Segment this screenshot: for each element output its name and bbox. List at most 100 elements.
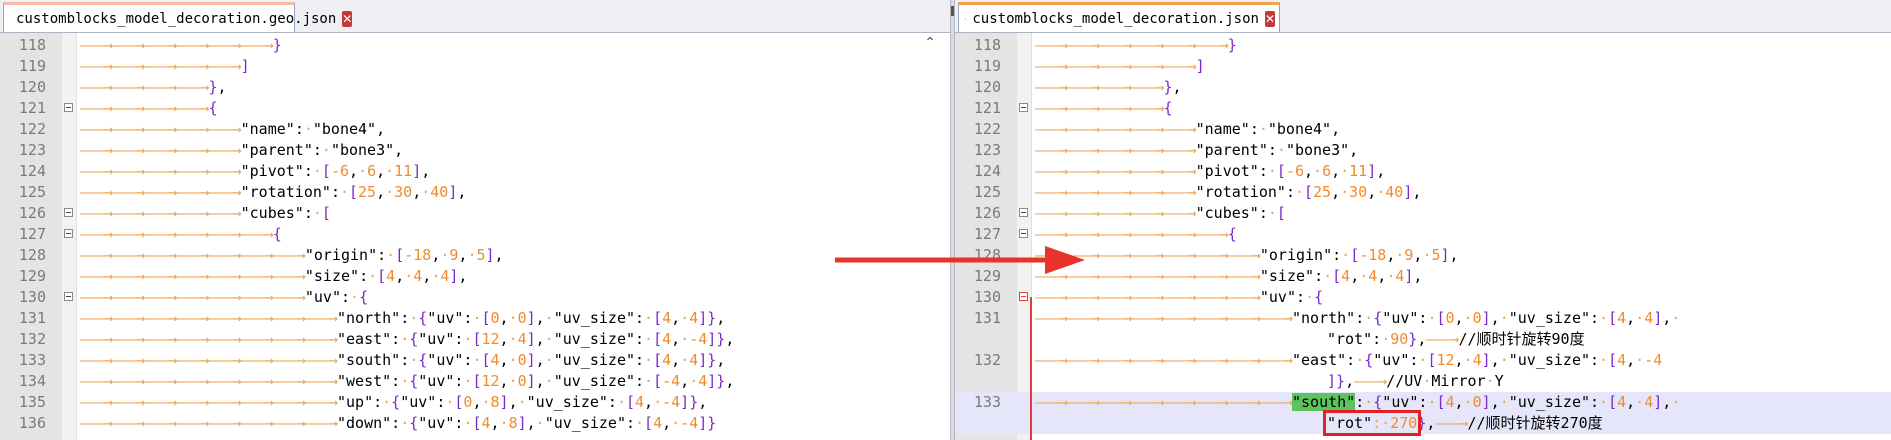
fold-toggle-icon[interactable]: [64, 292, 73, 301]
fold-toggle-icon[interactable]: [64, 229, 73, 238]
json-bracket: [: [481, 351, 491, 369]
json-string: "pivot": [240, 162, 304, 180]
code-line[interactable]: ]},———→//UV·Mirror·Y: [955, 371, 1891, 392]
scroll-up-icon[interactable]: ⌃: [924, 35, 936, 51]
code-line[interactable]: 119 ———→———→———→———→———→]: [955, 56, 1891, 77]
code-line[interactable]: 132 ———→———→———→———→———→———→———→———→"east…: [955, 350, 1891, 371]
json-bracket: [: [1608, 309, 1618, 327]
code-comment: //UV: [1386, 372, 1423, 390]
code-editor[interactable]: 118 ———→———→———→———→———→———→} 119 ———→———→—…: [955, 33, 1891, 440]
json-punct: ,: [680, 372, 690, 390]
code-line[interactable]: "rot":·90},———→//顺时针旋转90度: [955, 329, 1891, 350]
line-number: 121: [18, 99, 46, 117]
close-icon[interactable]: ✕: [342, 10, 353, 27]
highlighted-key: "south": [1291, 393, 1356, 411]
json-string: "uv_size": [553, 330, 636, 348]
code-line[interactable]: 123 ———→———→———→———→———→"parent":·"bone3"…: [955, 140, 1891, 161]
fold-toggle-icon[interactable]: [64, 208, 73, 217]
json-punct: :: [607, 393, 617, 411]
code-line[interactable]: 132 ———→———→———→———→———→———→———→———→"east…: [0, 329, 950, 350]
json-string: "north": [336, 309, 401, 327]
code-line[interactable]: 128 ———→———→———→———→———→———→———→"origin":…: [955, 245, 1891, 266]
json-punct: :: [341, 288, 351, 306]
code-line[interactable]: 130 ———→———→———→———→———→———→———→"uv":·{: [0, 287, 950, 308]
indent-arrows: ———→———→———→———→———→: [1035, 57, 1197, 75]
code-line[interactable]: 120 ———→———→———→———→},: [0, 77, 950, 98]
code-line[interactable]: "rot":·270},———→//顺时针旋转270度: [955, 410, 1891, 436]
json-bracket: ]: [412, 162, 422, 180]
code-line[interactable]: 128 ———→———→———→———→———→———→———→"origin":…: [0, 245, 950, 266]
code-line[interactable]: 121 ———→———→———→———→{: [955, 98, 1891, 119]
line-number: 131: [973, 309, 1001, 327]
tab-right-file[interactable]: customblocks_model_decoration.json ✕: [958, 2, 1280, 32]
json-punct: ,: [499, 309, 509, 327]
code-line[interactable]: 125 ———→———→———→———→———→"rotation":·[25,·…: [0, 182, 950, 203]
whitespace-dot: ·: [400, 414, 410, 432]
code-line[interactable]: 129 ———→———→———→———→———→———→———→"size":·[…: [955, 266, 1891, 287]
whitespace-dot: ·: [680, 309, 690, 327]
code-line[interactable]: 124 ———→———→———→———→———→"pivot":·[-6,·6,·…: [0, 161, 950, 182]
code-line[interactable]: 133 ———→———→———→———→———→———→———→———→"sout…: [955, 392, 1891, 413]
code-text: ———→———→———→———→———→———→}: [80, 35, 950, 56]
code-line[interactable]: 118 ———→———→———→———→———→———→}: [955, 35, 1891, 56]
code-line[interactable]: 131 ———→———→———→———→———→———→———→———→"nort…: [955, 308, 1891, 329]
json-string: "south": [336, 351, 401, 369]
json-bracket: }: [707, 414, 717, 432]
whitespace-dot: ·: [1341, 246, 1351, 264]
code-text: ———→———→———→———→},: [1035, 77, 1891, 98]
fold-toggle-icon[interactable]: [1019, 208, 1028, 217]
fold-toggle-icon[interactable]: [1019, 103, 1028, 112]
json-string: "east": [336, 330, 392, 348]
json-string: "uv": [1382, 309, 1419, 327]
code-line[interactable]: 135 ———→———→———→———→———→———→———→———→"up":…: [0, 392, 950, 413]
line-number: 121: [973, 99, 1001, 117]
code-line[interactable]: 118 ———→———→———→———→———→———→}: [0, 35, 950, 56]
code-comment: Mirror: [1431, 372, 1486, 390]
fold-toggle-icon[interactable]: [1019, 292, 1028, 301]
code-line[interactable]: 120 ———→———→———→———→},: [955, 77, 1891, 98]
code-line[interactable]: 136 ———→———→———→———→———→———→———→———→"down…: [0, 413, 950, 434]
code-line[interactable]: 124 ———→———→———→———→———→"pivot":·[-6,·6,·…: [955, 161, 1891, 182]
fold-toggle-icon[interactable]: [64, 103, 73, 112]
json-number: 90: [1390, 330, 1409, 348]
json-punct: ,: [1331, 162, 1341, 180]
fold-toggle-icon[interactable]: [1019, 229, 1028, 238]
json-punct: ,: [535, 330, 545, 348]
code-line[interactable]: 122 ———→———→———→———→———→"name":·"bone4",: [0, 119, 950, 140]
code-line[interactable]: 126 ———→———→———→———→———→"cubes":·[: [955, 203, 1891, 224]
json-number: -4: [662, 372, 681, 390]
indent-arrows: ———→———→———→———→———→: [80, 204, 242, 222]
close-icon[interactable]: ✕: [1264, 10, 1275, 27]
tab-left-file[interactable]: customblocks_model_decoration.geo.json ✕: [3, 2, 353, 32]
code-line[interactable]: 127 ———→———→———→———→———→———→{: [955, 224, 1891, 245]
whitespace-dot: ·: [1599, 393, 1609, 411]
code-line[interactable]: 127 ———→———→———→———→———→———→{: [0, 224, 950, 245]
json-punct: ,: [499, 330, 509, 348]
json-bracket: [: [653, 330, 663, 348]
code-line[interactable]: 131 ———→———→———→———→———→———→———→———→"nort…: [0, 308, 950, 329]
code-line[interactable]: 125 ———→———→———→———→———→"rotation":·[25,·…: [955, 182, 1891, 203]
indent-arrows: ———→: [1426, 330, 1459, 348]
code-text: ———→———→———→———→———→———→———→"uv":·{: [1035, 287, 1891, 308]
whitespace-dot: ·: [303, 120, 313, 138]
code-editor[interactable]: 118 ———→———→———→———→———→———→} 119 ———→———→—…: [0, 33, 950, 440]
indent-arrows: ———→———→———→———→———→: [80, 141, 242, 159]
json-string: "down": [336, 414, 392, 432]
code-line[interactable]: 130 ———→———→———→———→———→———→———→"uv":·{: [955, 287, 1891, 308]
code-line[interactable]: 133 ———→———→———→———→———→———→———→———→"sout…: [0, 350, 950, 371]
indent-arrows: ———→———→———→———→———→: [80, 120, 242, 138]
code-line[interactable]: 129 ———→———→———→———→———→———→———→"size":·[…: [0, 266, 950, 287]
code-line[interactable]: 121 ———→———→———→———→{: [0, 98, 950, 119]
json-punct: :: [377, 246, 387, 264]
code-line[interactable]: 126 ———→———→———→———→———→"cubes":·[: [0, 203, 950, 224]
code-line[interactable]: 134 ———→———→———→———→———→———→———→———→"west…: [0, 371, 950, 392]
line-number: 120: [973, 78, 1001, 96]
code-line[interactable]: 119 ———→———→———→———→———→]: [0, 56, 950, 77]
code-line[interactable]: 123 ———→———→———→———→———→"parent":·"bone3"…: [0, 140, 950, 161]
json-bracket: ]: [1440, 246, 1450, 264]
json-bracket: [: [625, 393, 636, 411]
splitter-handle-icon[interactable]: [951, 6, 954, 16]
code-line[interactable]: 122 ———→———→———→———→———→"name":·"bone4",: [955, 119, 1891, 140]
whitespace-dot: ·: [1463, 351, 1473, 369]
line-number: 128: [973, 246, 1001, 264]
